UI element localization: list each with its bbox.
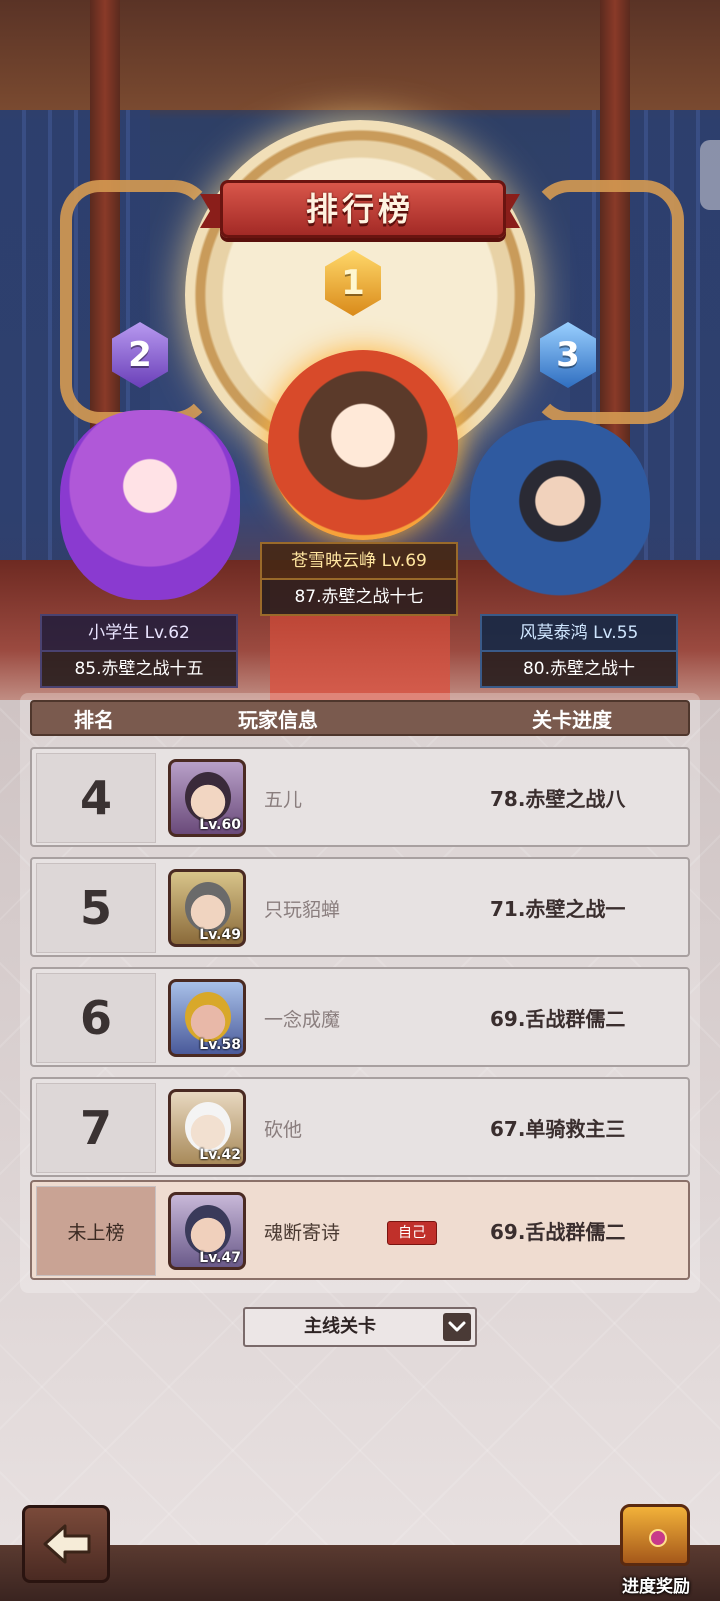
rank-number: 7 (36, 1083, 156, 1173)
player-progress: 71.赤壁之战一 (490, 897, 626, 921)
progress-reward-label: 进度奖励 (622, 1577, 690, 1597)
back-button[interactable] (22, 1505, 110, 1583)
rank-number: 4 (36, 753, 156, 843)
top3-name: 风莫泰鸿 Lv.55 (480, 614, 678, 650)
top3-stage: 80.赤壁之战十 (480, 650, 678, 688)
table-row[interactable]: 7 Lv.42 砍他 67.单骑救主三 (30, 1077, 690, 1177)
player-avatar[interactable]: Lv.49 (168, 869, 246, 947)
side-handle[interactable] (700, 140, 720, 210)
stage-type-dropdown[interactable]: 主线关卡 (243, 1307, 477, 1347)
table-row[interactable]: 4 Lv.60 五儿 78.赤壁之战八 (30, 747, 690, 847)
chevron-down-icon[interactable] (443, 1313, 471, 1341)
player-name: 五儿 (264, 789, 303, 811)
rank-number: 5 (36, 863, 156, 953)
table-row[interactable]: 5 Lv.49 只玩貂蝉 71.赤壁之战一 (30, 857, 690, 957)
self-progress: 69.舌战群儒二 (490, 1220, 626, 1244)
progress-reward-button[interactable]: 进度奖励 (610, 1500, 702, 1600)
player-avatar[interactable]: Lv.42 (168, 1089, 246, 1167)
self-badge: 自己 (387, 1221, 437, 1245)
player-progress: 78.赤壁之战八 (490, 787, 626, 811)
top1-stage: 87.赤壁之战十七 (260, 578, 458, 616)
player-level: Lv.49 (199, 927, 241, 943)
dropdown-selected: 主线关卡 (304, 1316, 376, 1337)
hero-portrait-rank-1[interactable] (268, 350, 458, 540)
player-level: Lv.42 (199, 1147, 241, 1163)
top2-name: 小学生 Lv.62 (40, 614, 238, 650)
rank-number: 6 (36, 973, 156, 1063)
top3-plate[interactable]: 风莫泰鸿 Lv.55 80.赤壁之战十 (480, 614, 678, 688)
self-avatar[interactable]: Lv.47 (168, 1192, 246, 1270)
top1-name: 苍雪映云峥 Lv.69 (260, 542, 458, 578)
header-progress: 关卡进度 (532, 707, 612, 732)
header-rank: 排名 (74, 707, 114, 732)
self-rank: 未上榜 (36, 1186, 156, 1276)
player-name: 只玩貂蝉 (264, 899, 341, 921)
page-title: 排行榜 (305, 190, 414, 228)
header-player: 玩家信息 (238, 707, 318, 732)
top2-stage: 85.赤壁之战十五 (40, 650, 238, 688)
self-name: 魂断寄诗 (264, 1222, 341, 1244)
player-level: Lv.60 (199, 817, 241, 833)
player-avatar[interactable]: Lv.58 (168, 979, 246, 1057)
self-level: Lv.47 (199, 1250, 241, 1266)
table-header: 排名 玩家信息 关卡进度 (30, 700, 690, 736)
player-level: Lv.58 (199, 1037, 241, 1053)
treasure-chest-icon (620, 1504, 690, 1566)
player-progress: 67.单骑救主三 (490, 1117, 626, 1141)
player-name: 一念成魔 (264, 1009, 341, 1031)
top2-plate[interactable]: 小学生 Lv.62 85.赤壁之战十五 (40, 614, 238, 688)
hero-portrait-rank-2[interactable] (60, 410, 240, 600)
self-row[interactable]: 未上榜 Lv.47 魂断寄诗 自己 69.舌战群儒二 (30, 1180, 690, 1280)
table-row[interactable]: 6 Lv.58 一念成魔 69.舌战群儒二 (30, 967, 690, 1067)
top1-plate[interactable]: 苍雪映云峥 Lv.69 87.赤壁之战十七 (260, 542, 458, 616)
player-progress: 69.舌战群儒二 (490, 1007, 626, 1031)
title-banner: 排行榜 (200, 180, 520, 240)
player-name: 砍他 (264, 1119, 303, 1141)
player-avatar[interactable]: Lv.60 (168, 759, 246, 837)
hero-portrait-rank-3[interactable] (470, 420, 650, 600)
decor-scroll (530, 180, 684, 424)
